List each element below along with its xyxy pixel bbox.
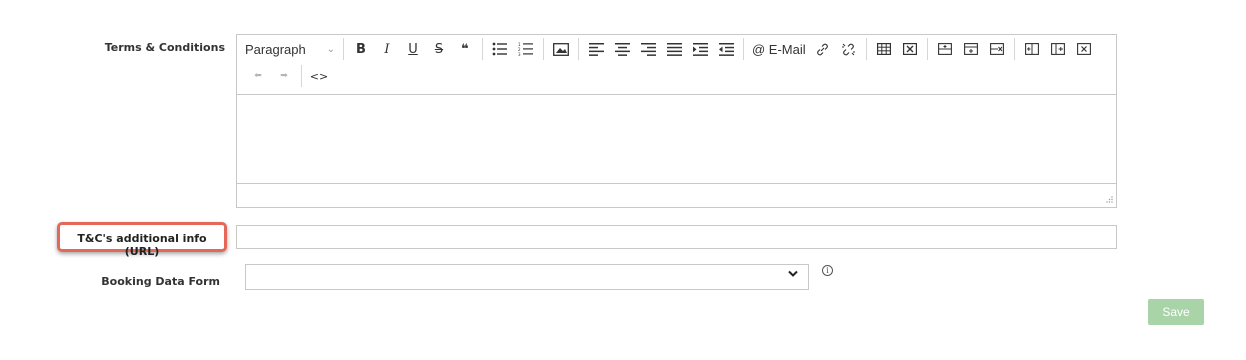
- editor-content-area[interactable]: [237, 95, 1116, 184]
- booking-data-form-select[interactable]: [245, 264, 809, 290]
- col-insert-before-icon[interactable]: [1019, 38, 1045, 60]
- caret-down-icon: ⌄: [326, 43, 335, 55]
- info-icon[interactable]: i: [822, 265, 833, 276]
- col-delete-icon[interactable]: [1071, 38, 1097, 60]
- strikethrough-button[interactable]: S: [426, 38, 452, 60]
- undo-button[interactable]: ⬅: [245, 65, 271, 87]
- toolbar-separator: [343, 38, 344, 60]
- toolbar-separator: [926, 38, 928, 60]
- redo-button[interactable]: ➡: [271, 65, 297, 87]
- unlink-icon[interactable]: [836, 38, 862, 60]
- source-code-button[interactable]: <>: [306, 65, 332, 87]
- save-button[interactable]: Save: [1148, 299, 1204, 325]
- col-insert-after-icon[interactable]: [1045, 38, 1071, 60]
- editor-toolbar: Paragraph ⌄ B I U S ❝ 123 @ E-Mail ⬅ ➡ <…: [237, 35, 1116, 95]
- terms-conditions-label: Terms & Conditions: [104, 41, 225, 54]
- indent-icon[interactable]: [687, 38, 713, 60]
- blockquote-button[interactable]: ❝: [452, 38, 478, 60]
- delete-table-icon[interactable]: [897, 38, 923, 60]
- booking-data-form-label: Booking Data Form: [101, 275, 220, 288]
- toolbar-separator: [578, 38, 579, 60]
- bullet-list-icon[interactable]: [487, 38, 513, 60]
- rich-text-editor: Paragraph ⌄ B I U S ❝ 123 @ E-Mail ⬅ ➡ <…: [236, 34, 1117, 208]
- tc-url-label: T&C's additional info (URL): [77, 232, 207, 258]
- italic-button[interactable]: I: [374, 38, 400, 60]
- align-justify-icon[interactable]: [661, 38, 687, 60]
- chevron-down-icon: [788, 270, 798, 278]
- align-center-icon[interactable]: [609, 38, 635, 60]
- email-link-button[interactable]: @ E-Mail: [748, 38, 810, 60]
- underline-button[interactable]: U: [400, 38, 426, 60]
- svg-text:3: 3: [518, 52, 521, 56]
- toolbar-separator: [865, 38, 867, 60]
- insert-table-icon[interactable]: [871, 38, 897, 60]
- tc-url-input[interactable]: [236, 225, 1117, 249]
- outdent-icon[interactable]: [713, 38, 739, 60]
- toolbar-separator: [1013, 38, 1015, 60]
- row-insert-before-icon[interactable]: [932, 38, 958, 60]
- paragraph-format-label: Paragraph: [245, 41, 306, 57]
- align-left-icon[interactable]: [583, 38, 609, 60]
- toolbar-separator: [301, 65, 302, 87]
- toolbar-separator: [743, 38, 744, 60]
- numbered-list-icon[interactable]: 123: [513, 38, 539, 60]
- paragraph-format-select[interactable]: Paragraph ⌄: [237, 38, 339, 60]
- row-insert-after-icon[interactable]: [958, 38, 984, 60]
- resize-handle-icon[interactable]: [1106, 196, 1113, 203]
- highlight-box: T&C's additional info (URL): [57, 222, 227, 258]
- row-delete-icon[interactable]: [984, 38, 1010, 60]
- editor-statusbar: [237, 184, 1116, 207]
- link-icon[interactable]: [810, 38, 836, 60]
- bold-button[interactable]: B: [348, 38, 374, 60]
- align-right-icon[interactable]: [635, 38, 661, 60]
- toolbar-separator: [482, 38, 483, 60]
- image-icon[interactable]: [548, 38, 574, 60]
- toolbar-separator: [543, 38, 544, 60]
